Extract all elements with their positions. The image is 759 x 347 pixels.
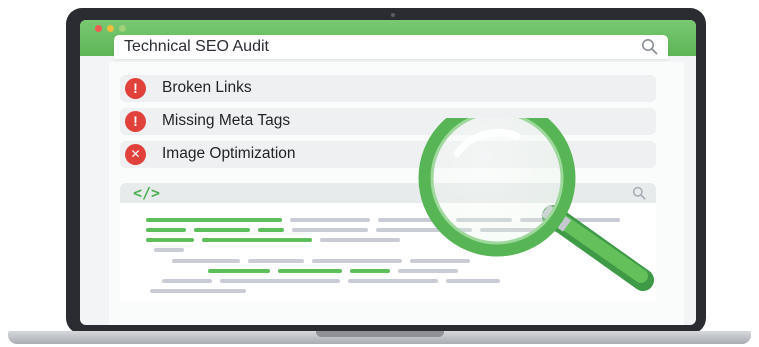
code-line [146, 218, 282, 222]
issue-row-broken-links[interactable]: ! Broken Links [120, 75, 656, 102]
close-window-button[interactable] [95, 25, 102, 32]
x-icon: ✕ [125, 144, 146, 165]
code-line [290, 218, 370, 222]
issue-label: Broken Links [162, 79, 252, 96]
code-line [208, 269, 270, 273]
exclamation-icon: ! [125, 111, 146, 132]
code-line [248, 259, 304, 263]
issue-label: Missing Meta Tags [162, 112, 291, 129]
code-line [292, 228, 368, 232]
search-bar[interactable]: Technical SEO Audit [114, 35, 668, 59]
page-title: Technical SEO Audit [124, 38, 269, 55]
code-line [146, 228, 186, 232]
code-line [258, 228, 284, 232]
laptop-notch [316, 331, 444, 337]
code-tag-icon: </> [133, 184, 161, 202]
code-line [202, 238, 312, 242]
code-line [146, 238, 194, 242]
code-line [154, 248, 184, 252]
code-line [278, 269, 342, 273]
webcam [391, 13, 395, 17]
magnifying-glass-icon [405, 99, 665, 298]
issue-label: Image Optimization [162, 145, 296, 162]
maximize-window-button[interactable] [119, 25, 126, 32]
code-line [172, 259, 240, 263]
code-line [194, 228, 250, 232]
code-line [150, 289, 246, 293]
minimize-window-button[interactable] [107, 25, 114, 32]
code-line [162, 279, 212, 283]
code-line [350, 269, 390, 273]
code-line [312, 259, 402, 263]
search-icon[interactable] [641, 38, 658, 55]
code-line [320, 238, 400, 242]
exclamation-icon: ! [125, 78, 146, 99]
code-line [220, 279, 340, 283]
